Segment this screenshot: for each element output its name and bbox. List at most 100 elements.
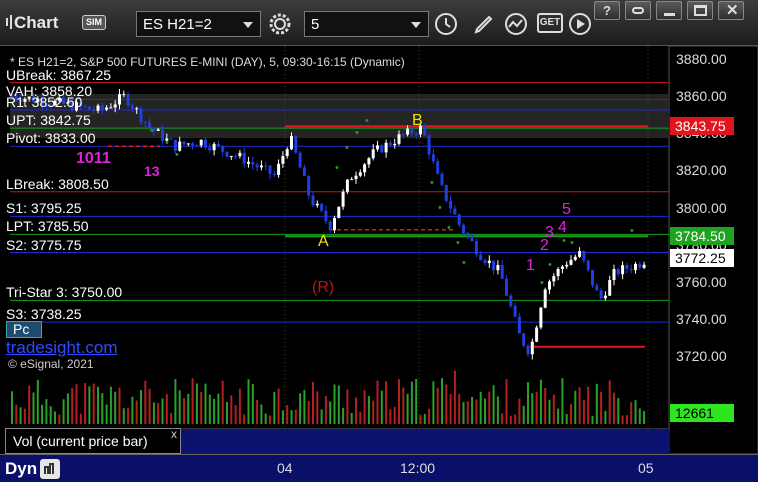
link-icon	[632, 7, 644, 14]
interval-dropdown[interactable]: 5	[304, 11, 429, 37]
candle-body	[315, 203, 319, 206]
link-button[interactable]	[625, 1, 651, 20]
candle-body	[242, 152, 246, 164]
volume-bar	[617, 397, 620, 424]
volume-bar	[557, 408, 560, 424]
dynamic-mode-label[interactable]: Dyn	[5, 459, 37, 479]
candle-body	[285, 149, 289, 157]
candle-body	[543, 289, 547, 308]
time-axis-bar[interactable]: Dyn 04 12:00 05	[0, 454, 758, 482]
volume-bar	[625, 415, 628, 424]
candle-body	[603, 295, 607, 299]
volume-bar	[299, 393, 302, 424]
volume-bar	[492, 385, 495, 424]
candle-body	[191, 143, 195, 146]
price-tick: 3820.00	[676, 162, 727, 179]
volume-bar	[393, 406, 396, 424]
candle-body	[634, 263, 637, 271]
volume-bar	[376, 380, 379, 424]
candle-body	[126, 94, 130, 106]
volume-bar	[221, 380, 224, 424]
td-count-marker: •	[430, 177, 434, 189]
candle-body	[582, 251, 586, 261]
volume-bar	[230, 395, 233, 424]
candle-body	[109, 107, 113, 109]
close-button[interactable]: ✕	[718, 1, 744, 20]
volume-bar	[613, 392, 615, 424]
candle-body	[388, 142, 392, 146]
level-label-lbreak: LBreak: 3808.50	[6, 175, 109, 192]
study-icon[interactable]	[504, 12, 528, 36]
candle-body	[401, 134, 405, 136]
candle-body	[311, 195, 315, 206]
td-count-marker: •	[165, 137, 169, 149]
td-count-marker: •	[438, 202, 442, 214]
volume-bar	[251, 383, 254, 424]
candle-body	[199, 139, 203, 146]
maximize-button[interactable]	[687, 1, 713, 20]
volume-bar	[449, 393, 452, 424]
volume-bar	[316, 391, 319, 424]
annotation-a: A	[318, 233, 329, 250]
candle-body	[358, 172, 362, 176]
volume-bar	[479, 391, 482, 424]
candle-body	[208, 147, 212, 151]
volume-bar	[161, 398, 164, 424]
candle-body	[247, 161, 250, 164]
current-price-tag: 3772.25	[670, 249, 734, 267]
sim-badge[interactable]: SIM	[82, 15, 106, 30]
pencil-icon[interactable]	[472, 12, 496, 36]
candle-body	[186, 143, 190, 145]
chart-settings-icon[interactable]	[40, 459, 60, 479]
volume-bar	[471, 396, 474, 424]
volume-bar	[174, 379, 177, 424]
annotation-1: 1	[526, 257, 535, 274]
volume-bar	[157, 403, 160, 424]
candle-body	[139, 108, 143, 122]
volume-bar	[565, 413, 568, 424]
play-icon[interactable]	[568, 12, 592, 36]
candle-body	[470, 236, 474, 242]
candle-body	[431, 154, 435, 162]
volume-bar	[269, 415, 271, 424]
minimize-button[interactable]	[656, 1, 682, 20]
clock-icon[interactable]	[434, 12, 458, 36]
volume-bar	[45, 399, 48, 424]
level-label-upt: UPT: 3842.75	[6, 112, 91, 129]
symbol-dropdown[interactable]: ES H21=2	[136, 11, 261, 37]
help-button[interactable]: ?	[594, 1, 620, 20]
volume-bar	[183, 398, 185, 424]
candle-body	[294, 136, 298, 153]
help-icon: ?	[603, 3, 611, 18]
annotation-b: B	[412, 112, 423, 129]
volume-bar	[574, 390, 577, 424]
candle-body	[229, 155, 233, 157]
candle-body	[234, 155, 238, 157]
candle-body	[255, 164, 259, 168]
volume-bar	[591, 415, 594, 424]
candle-body	[440, 173, 444, 185]
candle-body	[113, 104, 117, 108]
price-chart[interactable]: • • • • • • • • • • • • • • • • • * ES H21=2, S&P 500 FU…	[0, 46, 758, 482]
volume-bar	[144, 380, 147, 424]
volume-bar	[453, 370, 456, 424]
gear-icon[interactable]	[268, 12, 292, 36]
volume-study-label[interactable]: Vol (current price bar)	[5, 428, 181, 454]
candle-body	[345, 179, 349, 192]
pc-badge[interactable]: Pc	[6, 321, 42, 338]
annotation-3: 3	[545, 224, 554, 241]
volume-close-icon[interactable]: x	[171, 427, 177, 441]
volume-bar	[247, 379, 250, 424]
candle-body	[354, 175, 358, 180]
annotation-4: 4	[558, 219, 567, 236]
candle-body	[212, 143, 216, 151]
candle-body	[423, 125, 427, 136]
volume-bar	[105, 404, 108, 424]
candle-body	[457, 214, 461, 225]
volume-bar	[462, 402, 465, 424]
get-button[interactable]: GET	[537, 13, 563, 33]
volume-bar	[634, 400, 637, 424]
volume-bar	[178, 390, 181, 424]
candle-body	[302, 167, 306, 176]
volume-bar	[88, 386, 91, 424]
